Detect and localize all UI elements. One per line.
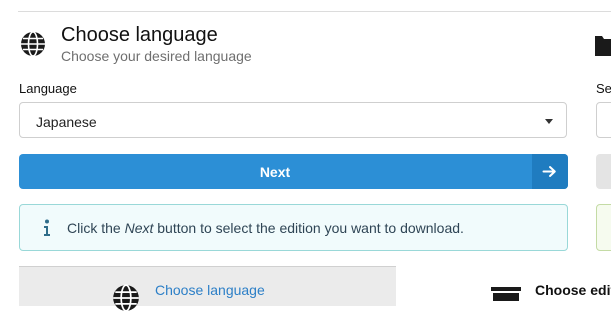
- next-button-arrow-segment: [532, 154, 568, 189]
- arrow-right-icon: [542, 166, 556, 177]
- step-tab-choose-language[interactable]: Choose language: [19, 266, 396, 312]
- step-tab-choose-language-label: Choose language: [155, 282, 265, 298]
- top-divider: [18, 11, 611, 12]
- language-select[interactable]: Japanese: [19, 102, 567, 138]
- page-title: Choose language: [61, 24, 218, 46]
- page-subtitle: Choose your desired language: [61, 48, 252, 64]
- info-alert-emphasis: Next: [124, 220, 154, 236]
- globe-icon: [113, 284, 139, 312]
- caret-down-icon: [545, 119, 553, 124]
- right-panel-select[interactable]: [596, 102, 611, 138]
- next-button[interactable]: Next: [19, 154, 568, 189]
- info-alert-text: Click the Next button to select the edit…: [67, 220, 464, 236]
- info-icon: [44, 219, 50, 236]
- language-select-value: Japanese: [36, 114, 97, 130]
- archive-icon: [491, 287, 521, 301]
- folder-open-icon: [595, 36, 611, 56]
- step-tab-choose-edition-label[interactable]: Choose editi: [535, 282, 611, 298]
- info-alert: Click the Next button to select the edit…: [19, 204, 568, 251]
- right-panel-label: Se: [596, 81, 611, 96]
- right-panel-alert: [596, 204, 611, 251]
- globe-icon: [21, 31, 45, 57]
- right-panel-button[interactable]: [596, 154, 611, 189]
- language-label: Language: [19, 81, 77, 96]
- next-button-label: Next: [259, 164, 291, 180]
